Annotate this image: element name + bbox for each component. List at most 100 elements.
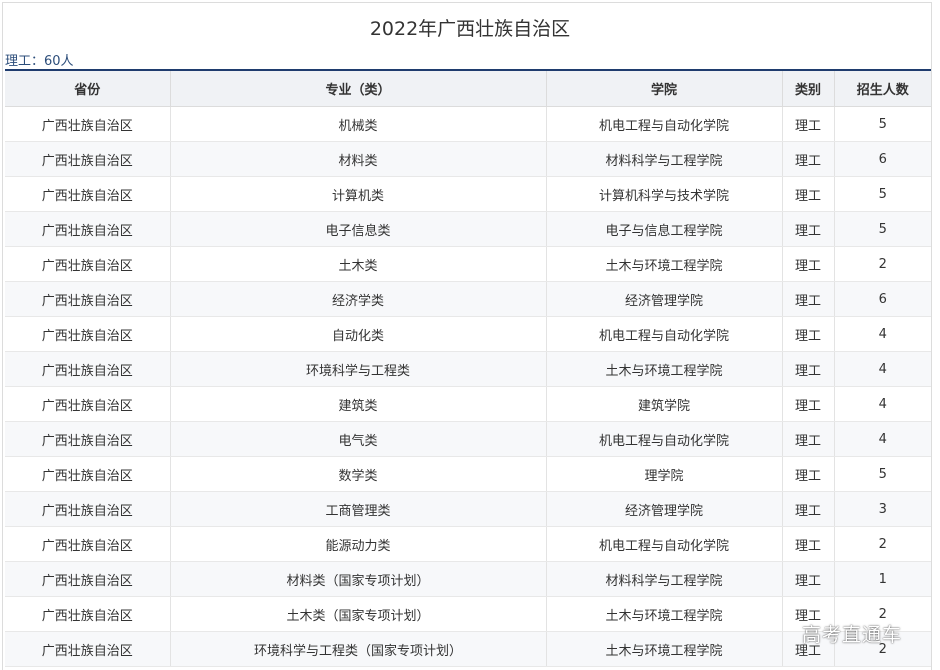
cell-category: 理工	[782, 211, 835, 247]
cell-province: 广西壮族自治区	[5, 561, 171, 597]
cell-college: 机电工程与自动化学院	[546, 106, 783, 142]
table-row: 广西壮族自治区 电子信息类 电子与信息工程学院 理工 5	[5, 211, 931, 247]
cell-province: 广西壮族自治区	[5, 631, 171, 667]
cell-province: 广西壮族自治区	[5, 386, 171, 422]
cell-enrollment: 1	[834, 561, 931, 597]
cell-major: 环境科学与工程类（国家专项计划）	[170, 631, 547, 667]
cell-province: 广西壮族自治区	[5, 106, 171, 142]
cell-category: 理工	[782, 246, 835, 282]
cell-college: 机电工程与自动化学院	[546, 316, 783, 352]
cell-enrollment: 4	[834, 421, 931, 457]
cell-enrollment: 6	[834, 141, 931, 177]
cell-category: 理工	[782, 141, 835, 177]
cell-enrollment: 4	[834, 316, 931, 352]
cell-major: 材料类（国家专项计划）	[170, 561, 547, 597]
table-row: 广西壮族自治区 自动化类 机电工程与自动化学院 理工 4	[5, 316, 931, 352]
cell-province: 广西壮族自治区	[5, 176, 171, 212]
cell-enrollment: 4	[834, 351, 931, 387]
cell-category: 理工	[782, 281, 835, 317]
cell-major: 自动化类	[170, 316, 547, 352]
cell-college: 土木与环境工程学院	[546, 596, 783, 632]
page-title: 2022年广西壮族自治区	[369, 18, 571, 40]
cell-enrollment: 2	[834, 526, 931, 562]
table-row: 广西壮族自治区 能源动力类 机电工程与自动化学院 理工 2	[5, 526, 931, 562]
column-header-enrollment: 招生人数	[834, 71, 931, 107]
cell-college: 建筑学院	[546, 386, 783, 422]
cell-college: 经济管理学院	[546, 281, 783, 317]
cell-major: 能源动力类	[170, 526, 547, 562]
cell-college: 理学院	[546, 456, 783, 492]
cell-province: 广西壮族自治区	[5, 421, 171, 457]
table-row: 广西壮族自治区 建筑类 建筑学院 理工 4	[5, 386, 931, 422]
table-row: 广西壮族自治区 环境科学与工程类 土木与环境工程学院 理工 4	[5, 351, 931, 387]
cell-enrollment: 5	[834, 211, 931, 247]
cell-category: 理工	[782, 491, 835, 527]
cell-category: 理工	[782, 421, 835, 457]
cell-category: 理工	[782, 386, 835, 422]
cell-college: 经济管理学院	[546, 491, 783, 527]
column-header-college: 学院	[546, 71, 783, 107]
cell-college: 土木与环境工程学院	[546, 631, 783, 667]
cell-province: 广西壮族自治区	[5, 141, 171, 177]
summary-label: 理工：60人	[5, 54, 74, 69]
cell-province: 广西壮族自治区	[5, 491, 171, 527]
cell-category: 理工	[782, 351, 835, 387]
cell-category: 理工	[782, 176, 835, 212]
column-header-category: 类别	[782, 71, 835, 107]
cell-enrollment: 4	[834, 386, 931, 422]
cell-category: 理工	[782, 316, 835, 352]
cell-province: 广西壮族自治区	[5, 596, 171, 632]
admission-table: 省份 专业（类） 学院 类别 招生人数 广西壮族自治区 机械类 机电工程与自动化学院…	[5, 71, 931, 667]
cell-college: 材料科学与工程学院	[546, 141, 783, 177]
table-row: 广西壮族自治区 计算机类 计算机科学与技术学院 理工 5	[5, 176, 931, 212]
cell-college: 机电工程与自动化学院	[546, 526, 783, 562]
cell-college: 材料科学与工程学院	[546, 561, 783, 597]
table-row: 广西壮族自治区 材料类（国家专项计划） 材料科学与工程学院 理工 1	[5, 561, 931, 597]
cell-category: 理工	[782, 456, 835, 492]
table-row: 广西壮族自治区 材料类 材料科学与工程学院 理工 6	[5, 141, 931, 177]
table-row: 广西壮族自治区 机械类 机电工程与自动化学院 理工 5	[5, 106, 931, 142]
table-row: 广西壮族自治区 电气类 机电工程与自动化学院 理工 4	[5, 421, 931, 457]
column-header-province: 省份	[5, 71, 171, 107]
column-header-major: 专业（类）	[170, 71, 547, 107]
cell-category: 理工	[782, 106, 835, 142]
table-row: 广西壮族自治区 数学类 理学院 理工 5	[5, 456, 931, 492]
cell-enrollment: 3	[834, 491, 931, 527]
cell-province: 广西壮族自治区	[5, 246, 171, 282]
cell-major: 计算机类	[170, 176, 547, 212]
table-row: 广西壮族自治区 土木类（国家专项计划） 土木与环境工程学院 理工 2	[5, 596, 931, 632]
table-header-row: 省份 专业（类） 学院 类别 招生人数	[5, 71, 931, 107]
cell-major: 电子信息类	[170, 211, 547, 247]
cell-enrollment: 5	[834, 456, 931, 492]
cell-major: 数学类	[170, 456, 547, 492]
watermark-logo-text: 高考直通车	[802, 624, 903, 646]
cell-province: 广西壮族自治区	[5, 316, 171, 352]
cell-major: 机械类	[170, 106, 547, 142]
cell-college: 机电工程与自动化学院	[546, 421, 783, 457]
cell-major: 电气类	[170, 421, 547, 457]
table-row: 广西壮族自治区 土木类 土木与环境工程学院 理工 2	[5, 246, 931, 282]
cell-major: 土木类	[170, 246, 547, 282]
cell-major: 工商管理类	[170, 491, 547, 527]
table-row: 广西壮族自治区 经济学类 经济管理学院 理工 6	[5, 281, 931, 317]
cell-major: 经济学类	[170, 281, 547, 317]
cell-enrollment: 5	[834, 176, 931, 212]
cell-province: 广西壮族自治区	[5, 351, 171, 387]
cell-major: 土木类（国家专项计划）	[170, 596, 547, 632]
cell-enrollment: 6	[834, 281, 931, 317]
table-row: 广西壮族自治区 工商管理类 经济管理学院 理工 3	[5, 491, 931, 527]
cell-college: 土木与环境工程学院	[546, 246, 783, 282]
cell-province: 广西壮族自治区	[5, 526, 171, 562]
cell-province: 广西壮族自治区	[5, 211, 171, 247]
cell-major: 材料类	[170, 141, 547, 177]
cell-enrollment: 2	[834, 246, 931, 282]
cell-category: 理工	[782, 526, 835, 562]
cell-category: 理工	[782, 561, 835, 597]
cell-province: 广西壮族自治区	[5, 456, 171, 492]
cell-major: 建筑类	[170, 386, 547, 422]
cell-major: 环境科学与工程类	[170, 351, 547, 387]
cell-college: 电子与信息工程学院	[546, 211, 783, 247]
cell-college: 计算机科学与技术学院	[546, 176, 783, 212]
cell-college: 土木与环境工程学院	[546, 351, 783, 387]
table-row: 广西壮族自治区 环境科学与工程类（国家专项计划） 土木与环境工程学院 理工 2	[5, 631, 931, 667]
